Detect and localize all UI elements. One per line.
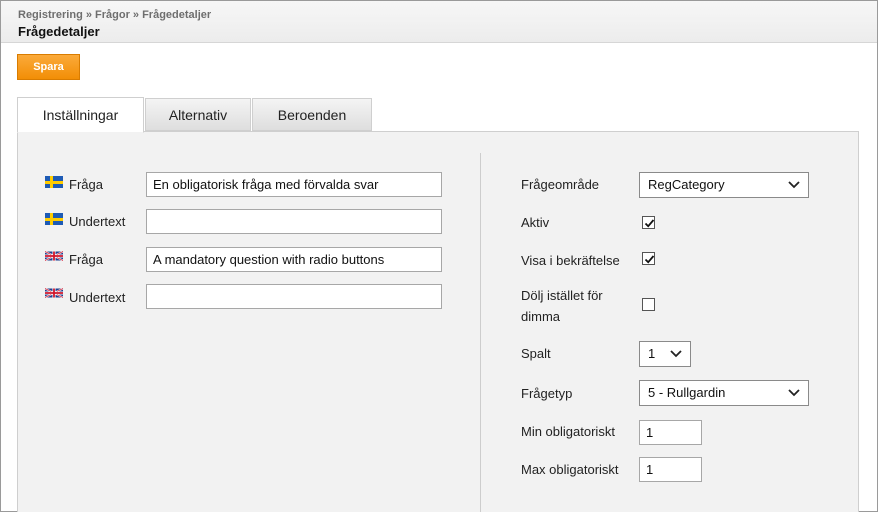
max-required-label: Max obligatoriskt [521, 462, 619, 477]
question-label-en: Fråga [69, 252, 103, 267]
column-select-value: 1 [648, 346, 656, 361]
category-select-value: RegCategory [648, 177, 725, 192]
question-input-sv[interactable]: En obligatorisk fråga med förvalda svar [146, 172, 442, 197]
column-select[interactable]: 1 [639, 341, 691, 367]
chevron-down-icon [670, 350, 682, 358]
subtext-label-sv: Undertext [69, 214, 126, 229]
tab-alternativ[interactable]: Alternativ [145, 98, 251, 131]
tab-installningar[interactable]: Inställningar [17, 97, 144, 133]
subtext-label-en: Undertext [69, 290, 126, 305]
page-title: Frågedetaljer [18, 24, 100, 39]
category-label: Frågeområde [521, 177, 600, 192]
subtext-input-sv[interactable] [146, 209, 442, 234]
hide-instead-label-line2: dimma [521, 309, 561, 324]
question-input-en[interactable]: A mandatory question with radio buttons [146, 247, 442, 272]
active-checkbox[interactable] [642, 216, 655, 229]
question-type-select[interactable]: 5 - Rullgardin [639, 380, 809, 406]
show-in-confirmation-checkbox[interactable] [642, 252, 655, 265]
tab-beroenden[interactable]: Beroenden [252, 98, 372, 131]
save-button[interactable]: Spara [17, 54, 80, 80]
column-label: Spalt [521, 346, 551, 361]
active-label: Aktiv [521, 215, 550, 230]
sweden-flag-icon [45, 176, 63, 188]
show-in-confirmation-label: Visa i bekräftelse [521, 253, 620, 268]
min-required-input[interactable]: 1 [639, 420, 702, 445]
hide-instead-checkbox[interactable] [642, 298, 655, 311]
chevron-down-icon [788, 181, 800, 189]
question-type-select-value: 5 - Rullgardin [648, 385, 726, 400]
sweden-flag-icon [45, 213, 63, 225]
page-header: Registrering » Frågor » Frågedetaljer Fr… [1, 1, 877, 43]
min-required-label: Min obligatoriskt [521, 424, 615, 439]
category-select[interactable]: RegCategory [639, 172, 809, 198]
column-divider [480, 153, 481, 512]
question-label-sv: Fråga [69, 177, 103, 192]
breadcrumb: Registrering » Frågor » Frågedetaljer [18, 9, 212, 21]
uk-flag-icon [45, 250, 63, 262]
checkmark-icon [644, 219, 655, 228]
question-type-label: Frågetyp [521, 386, 573, 401]
subtext-input-en[interactable] [146, 284, 442, 309]
max-required-input[interactable]: 1 [639, 457, 702, 482]
checkmark-icon [644, 255, 655, 264]
chevron-down-icon [788, 389, 800, 397]
hide-instead-label-line1: Dölj istället för [521, 288, 603, 303]
uk-flag-icon [45, 287, 63, 299]
